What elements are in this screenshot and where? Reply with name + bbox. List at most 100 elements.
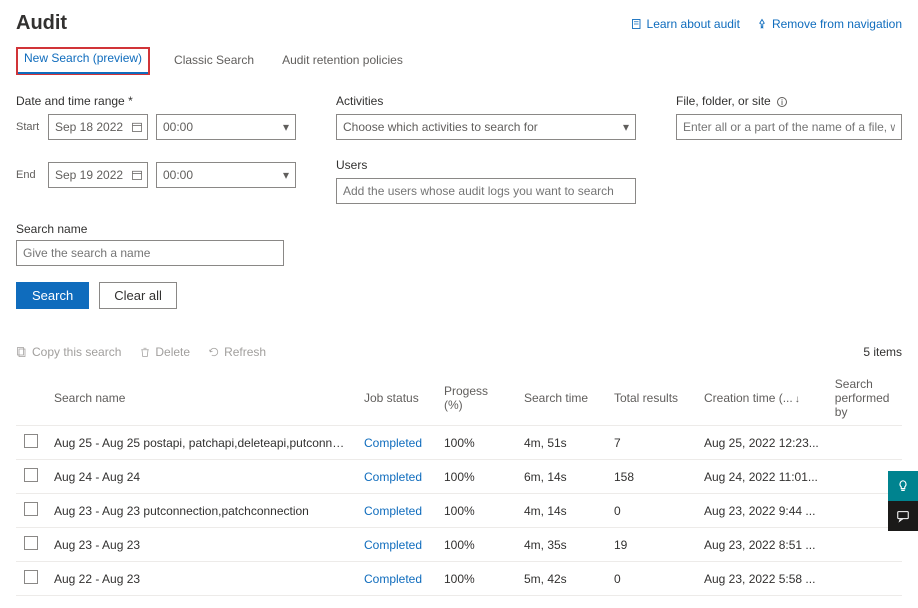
cell-search-name: Aug 23 - Aug 23 putconnection,patchconne… xyxy=(46,494,356,528)
row-checkbox[interactable] xyxy=(24,468,38,482)
col-total-results[interactable]: Total results xyxy=(606,371,696,426)
cell-performed-by xyxy=(827,426,902,460)
cell-status: Completed xyxy=(356,494,436,528)
start-date-value: Sep 18 2022 xyxy=(55,120,123,134)
book-icon xyxy=(631,18,643,30)
start-time-value: 00:00 xyxy=(163,120,193,134)
cell-performed-by xyxy=(827,528,902,562)
cell-total: 0 xyxy=(606,494,696,528)
remove-from-nav-link[interactable]: Remove from navigation xyxy=(756,17,902,31)
cell-progress: 100% xyxy=(436,426,516,460)
copy-search-button[interactable]: Copy this search xyxy=(16,345,121,359)
cell-progress: 100% xyxy=(436,494,516,528)
sort-descending-icon: ↓ xyxy=(795,394,800,405)
end-time-select[interactable]: 00:00 ▾ xyxy=(156,162,296,188)
table-row[interactable]: Aug 22 - Aug 23Completed100%5m, 42s0Aug … xyxy=(16,562,902,596)
cell-search-time: 5m, 42s xyxy=(516,562,606,596)
file-folder-site-input[interactable] xyxy=(676,114,902,140)
row-checkbox[interactable] xyxy=(24,434,38,448)
chevron-down-icon: ▾ xyxy=(283,120,289,134)
cell-progress: 100% xyxy=(436,528,516,562)
col-performed-by[interactable]: Search performed by xyxy=(827,371,902,426)
cell-status: Completed xyxy=(356,528,436,562)
cell-search-name: Aug 25 - Aug 25 postapi, patchapi,delete… xyxy=(46,426,356,460)
copy-label: Copy this search xyxy=(32,345,121,359)
activities-select[interactable]: Choose which activities to search for ▾ xyxy=(336,114,636,140)
calendar-icon xyxy=(131,169,143,181)
cell-search-name: Aug 24 - Aug 24 xyxy=(46,460,356,494)
chevron-down-icon: ▾ xyxy=(283,168,289,182)
users-input[interactable] xyxy=(336,178,636,204)
tab-classic-search[interactable]: Classic Search xyxy=(170,47,258,75)
refresh-button[interactable]: Refresh xyxy=(208,345,266,359)
tabs-bar: New Search (preview) Classic Search Audi… xyxy=(16,47,902,76)
tab-retention-policies[interactable]: Audit retention policies xyxy=(278,47,407,75)
copy-icon xyxy=(16,346,28,358)
cell-status: Completed xyxy=(356,460,436,494)
learn-label: Learn about audit xyxy=(647,17,740,31)
activities-label: Activities xyxy=(336,94,636,108)
col-creation-time[interactable]: Creation time (...↓ xyxy=(696,371,827,426)
clear-all-button[interactable]: Clear all xyxy=(99,282,177,309)
cell-total: 7 xyxy=(606,426,696,460)
cell-total: 158 xyxy=(606,460,696,494)
cell-created: Aug 25, 2022 12:23... xyxy=(696,426,827,460)
items-count: 5 items xyxy=(863,345,902,359)
date-range-label: Date and time range * xyxy=(16,94,296,108)
cell-progress: 100% xyxy=(436,460,516,494)
trash-icon xyxy=(139,346,151,358)
file-label: File, folder, or site i xyxy=(676,94,902,108)
learn-about-audit-link[interactable]: Learn about audit xyxy=(631,17,740,31)
lightbulb-icon xyxy=(896,479,910,493)
feedback-widget[interactable] xyxy=(888,471,918,501)
refresh-label: Refresh xyxy=(224,345,266,359)
chat-widget[interactable] xyxy=(888,501,918,531)
search-name-label: Search name xyxy=(16,222,284,236)
delete-button[interactable]: Delete xyxy=(139,345,190,359)
end-date-picker[interactable]: Sep 19 2022 xyxy=(48,162,148,188)
delete-label: Delete xyxy=(155,345,190,359)
col-progress[interactable]: Progess (%) xyxy=(436,371,516,426)
col-search-time[interactable]: Search time xyxy=(516,371,606,426)
remove-label: Remove from navigation xyxy=(772,17,902,31)
refresh-icon xyxy=(208,346,220,358)
cell-created: Aug 23, 2022 9:44 ... xyxy=(696,494,827,528)
cell-search-time: 4m, 51s xyxy=(516,426,606,460)
cell-search-name: Aug 23 - Aug 23 xyxy=(46,528,356,562)
search-name-input[interactable] xyxy=(16,240,284,266)
start-date-picker[interactable]: Sep 18 2022 xyxy=(48,114,148,140)
col-creation-label: Creation time (... xyxy=(704,391,793,405)
row-checkbox[interactable] xyxy=(24,502,38,516)
search-button[interactable]: Search xyxy=(16,282,89,309)
tab-new-search[interactable]: New Search (preview) xyxy=(16,47,150,75)
start-time-select[interactable]: 00:00 ▾ xyxy=(156,114,296,140)
col-job-status[interactable]: Job status xyxy=(356,371,436,426)
start-label: Start xyxy=(16,121,40,133)
table-row[interactable]: Aug 23 - Aug 23 putconnection,patchconne… xyxy=(16,494,902,528)
end-label: End xyxy=(16,169,40,181)
results-table: Search name Job status Progess (%) Searc… xyxy=(16,371,902,596)
cell-search-time: 4m, 35s xyxy=(516,528,606,562)
table-row[interactable]: Aug 23 - Aug 23Completed100%4m, 35s19Aug… xyxy=(16,528,902,562)
users-label: Users xyxy=(336,158,636,172)
activities-placeholder: Choose which activities to search for xyxy=(343,120,538,134)
table-row[interactable]: Aug 25 - Aug 25 postapi, patchapi,delete… xyxy=(16,426,902,460)
col-search-name[interactable]: Search name xyxy=(46,371,356,426)
cell-status: Completed xyxy=(356,426,436,460)
cell-search-time: 6m, 14s xyxy=(516,460,606,494)
cell-progress: 100% xyxy=(436,562,516,596)
end-time-value: 00:00 xyxy=(163,168,193,182)
calendar-icon xyxy=(131,121,143,133)
chat-icon xyxy=(896,509,910,523)
cell-search-time: 4m, 14s xyxy=(516,494,606,528)
info-icon[interactable]: i xyxy=(777,97,787,107)
cell-created: Aug 24, 2022 11:01... xyxy=(696,460,827,494)
chevron-down-icon: ▾ xyxy=(623,120,629,134)
table-row[interactable]: Aug 24 - Aug 24Completed100%6m, 14s158Au… xyxy=(16,460,902,494)
cell-total: 19 xyxy=(606,528,696,562)
cell-total: 0 xyxy=(606,562,696,596)
file-label-text: File, folder, or site xyxy=(676,94,771,108)
row-checkbox[interactable] xyxy=(24,570,38,584)
row-checkbox[interactable] xyxy=(24,536,38,550)
cell-performed-by xyxy=(827,562,902,596)
